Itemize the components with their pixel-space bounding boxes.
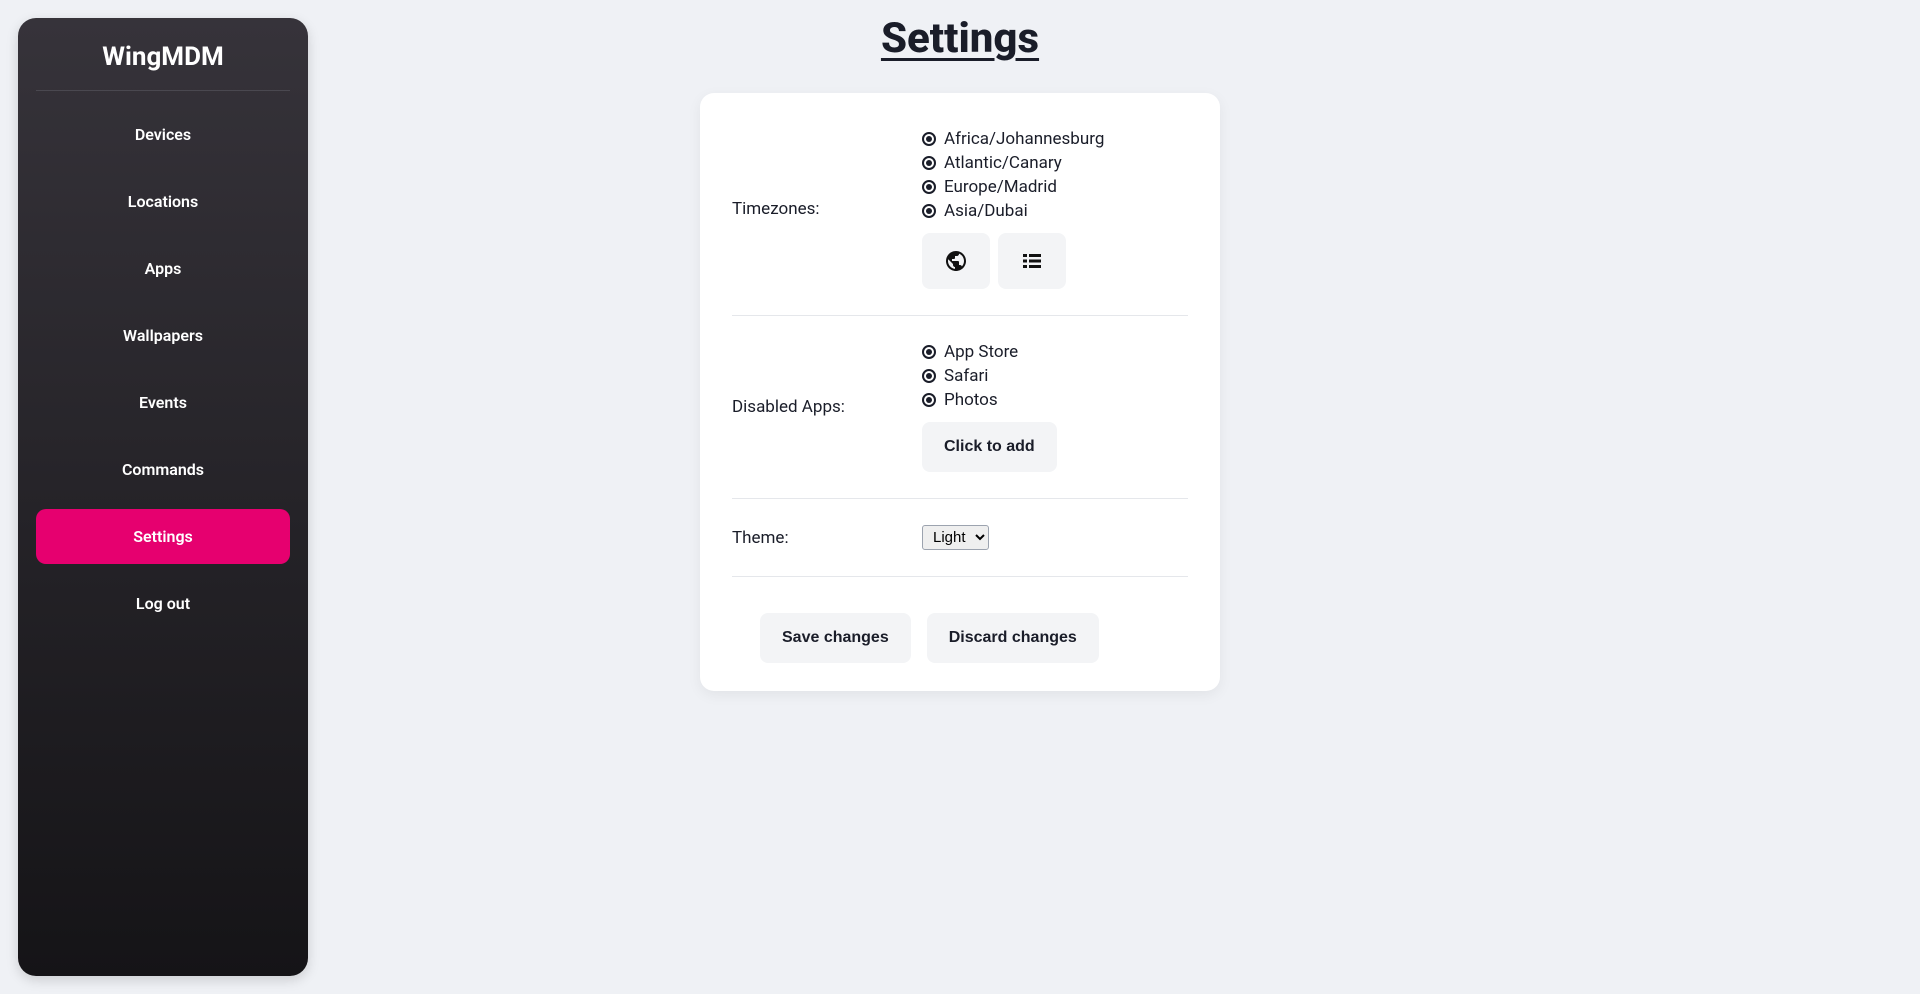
globe-icon — [944, 249, 968, 273]
section-divider — [732, 498, 1188, 499]
timezones-value: Africa/Johannesburg Atlantic/Canary Euro… — [922, 129, 1188, 289]
disabled-app-item[interactable]: App Store — [922, 342, 1188, 362]
timezone-item[interactable]: Europe/Madrid — [922, 177, 1188, 197]
theme-row: Theme: Light Dark — [732, 517, 1188, 558]
radio-icon — [922, 393, 936, 407]
disabled-app-item-label: Safari — [944, 366, 988, 386]
timezone-item-label: Asia/Dubai — [944, 201, 1028, 221]
disabled-apps-list: App Store Safari Photos — [922, 342, 1188, 410]
sidebar-item-apps[interactable]: Apps — [36, 241, 290, 296]
disabled-app-item[interactable]: Photos — [922, 390, 1188, 410]
theme-label: Theme: — [732, 528, 922, 548]
sidebar-nav: Devices Locations Apps Wallpapers Events… — [36, 101, 290, 637]
discard-button[interactable]: Discard changes — [927, 613, 1099, 663]
section-divider — [732, 315, 1188, 316]
disabled-apps-row: Disabled Apps: App Store Safari Photos — [732, 334, 1188, 480]
main: Settings Timezones: Africa/Johannesburg … — [340, 0, 1580, 691]
timezone-action-buttons — [922, 233, 1188, 289]
timezone-item-label: Atlantic/Canary — [944, 153, 1062, 173]
add-disabled-app-button[interactable]: Click to add — [922, 422, 1057, 472]
radio-icon — [922, 345, 936, 359]
list-icon — [1020, 249, 1044, 273]
timezone-item[interactable]: Africa/Johannesburg — [922, 129, 1188, 149]
timezone-item-label: Europe/Madrid — [944, 177, 1057, 197]
disabled-app-item[interactable]: Safari — [922, 366, 1188, 386]
timezones-row: Timezones: Africa/Johannesburg Atlantic/… — [732, 121, 1188, 297]
radio-icon — [922, 180, 936, 194]
sidebar-item-commands[interactable]: Commands — [36, 442, 290, 497]
timezone-item[interactable]: Asia/Dubai — [922, 201, 1188, 221]
save-button[interactable]: Save changes — [760, 613, 911, 663]
sidebar: WingMDM Devices Locations Apps Wallpaper… — [18, 18, 308, 976]
sidebar-item-devices[interactable]: Devices — [36, 107, 290, 162]
sidebar-divider — [36, 90, 290, 91]
timezones-list: Africa/Johannesburg Atlantic/Canary Euro… — [922, 129, 1188, 221]
theme-value: Light Dark — [922, 525, 1188, 550]
section-divider — [732, 576, 1188, 577]
radio-icon — [922, 156, 936, 170]
radio-icon — [922, 369, 936, 383]
action-row: Save changes Discard changes — [732, 595, 1188, 663]
settings-card: Timezones: Africa/Johannesburg Atlantic/… — [700, 93, 1220, 691]
theme-select[interactable]: Light Dark — [922, 525, 989, 550]
sidebar-item-events[interactable]: Events — [36, 375, 290, 430]
sidebar-item-locations[interactable]: Locations — [36, 174, 290, 229]
disabled-app-item-label: App Store — [944, 342, 1018, 362]
sidebar-item-logout[interactable]: Log out — [36, 576, 290, 631]
app-name: WingMDM — [36, 42, 290, 72]
disabled-apps-label: Disabled Apps: — [732, 397, 922, 417]
timezone-globe-button[interactable] — [922, 233, 990, 289]
sidebar-item-settings[interactable]: Settings — [36, 509, 290, 564]
radio-icon — [922, 204, 936, 218]
radio-icon — [922, 132, 936, 146]
timezone-item-label: Africa/Johannesburg — [944, 129, 1104, 149]
timezone-item[interactable]: Atlantic/Canary — [922, 153, 1188, 173]
sidebar-item-wallpapers[interactable]: Wallpapers — [36, 308, 290, 363]
timezones-label: Timezones: — [732, 199, 922, 219]
disabled-apps-value: App Store Safari Photos Click to add — [922, 342, 1188, 472]
disabled-app-item-label: Photos — [944, 390, 998, 410]
page-title: Settings — [340, 14, 1580, 63]
timezone-list-button[interactable] — [998, 233, 1066, 289]
